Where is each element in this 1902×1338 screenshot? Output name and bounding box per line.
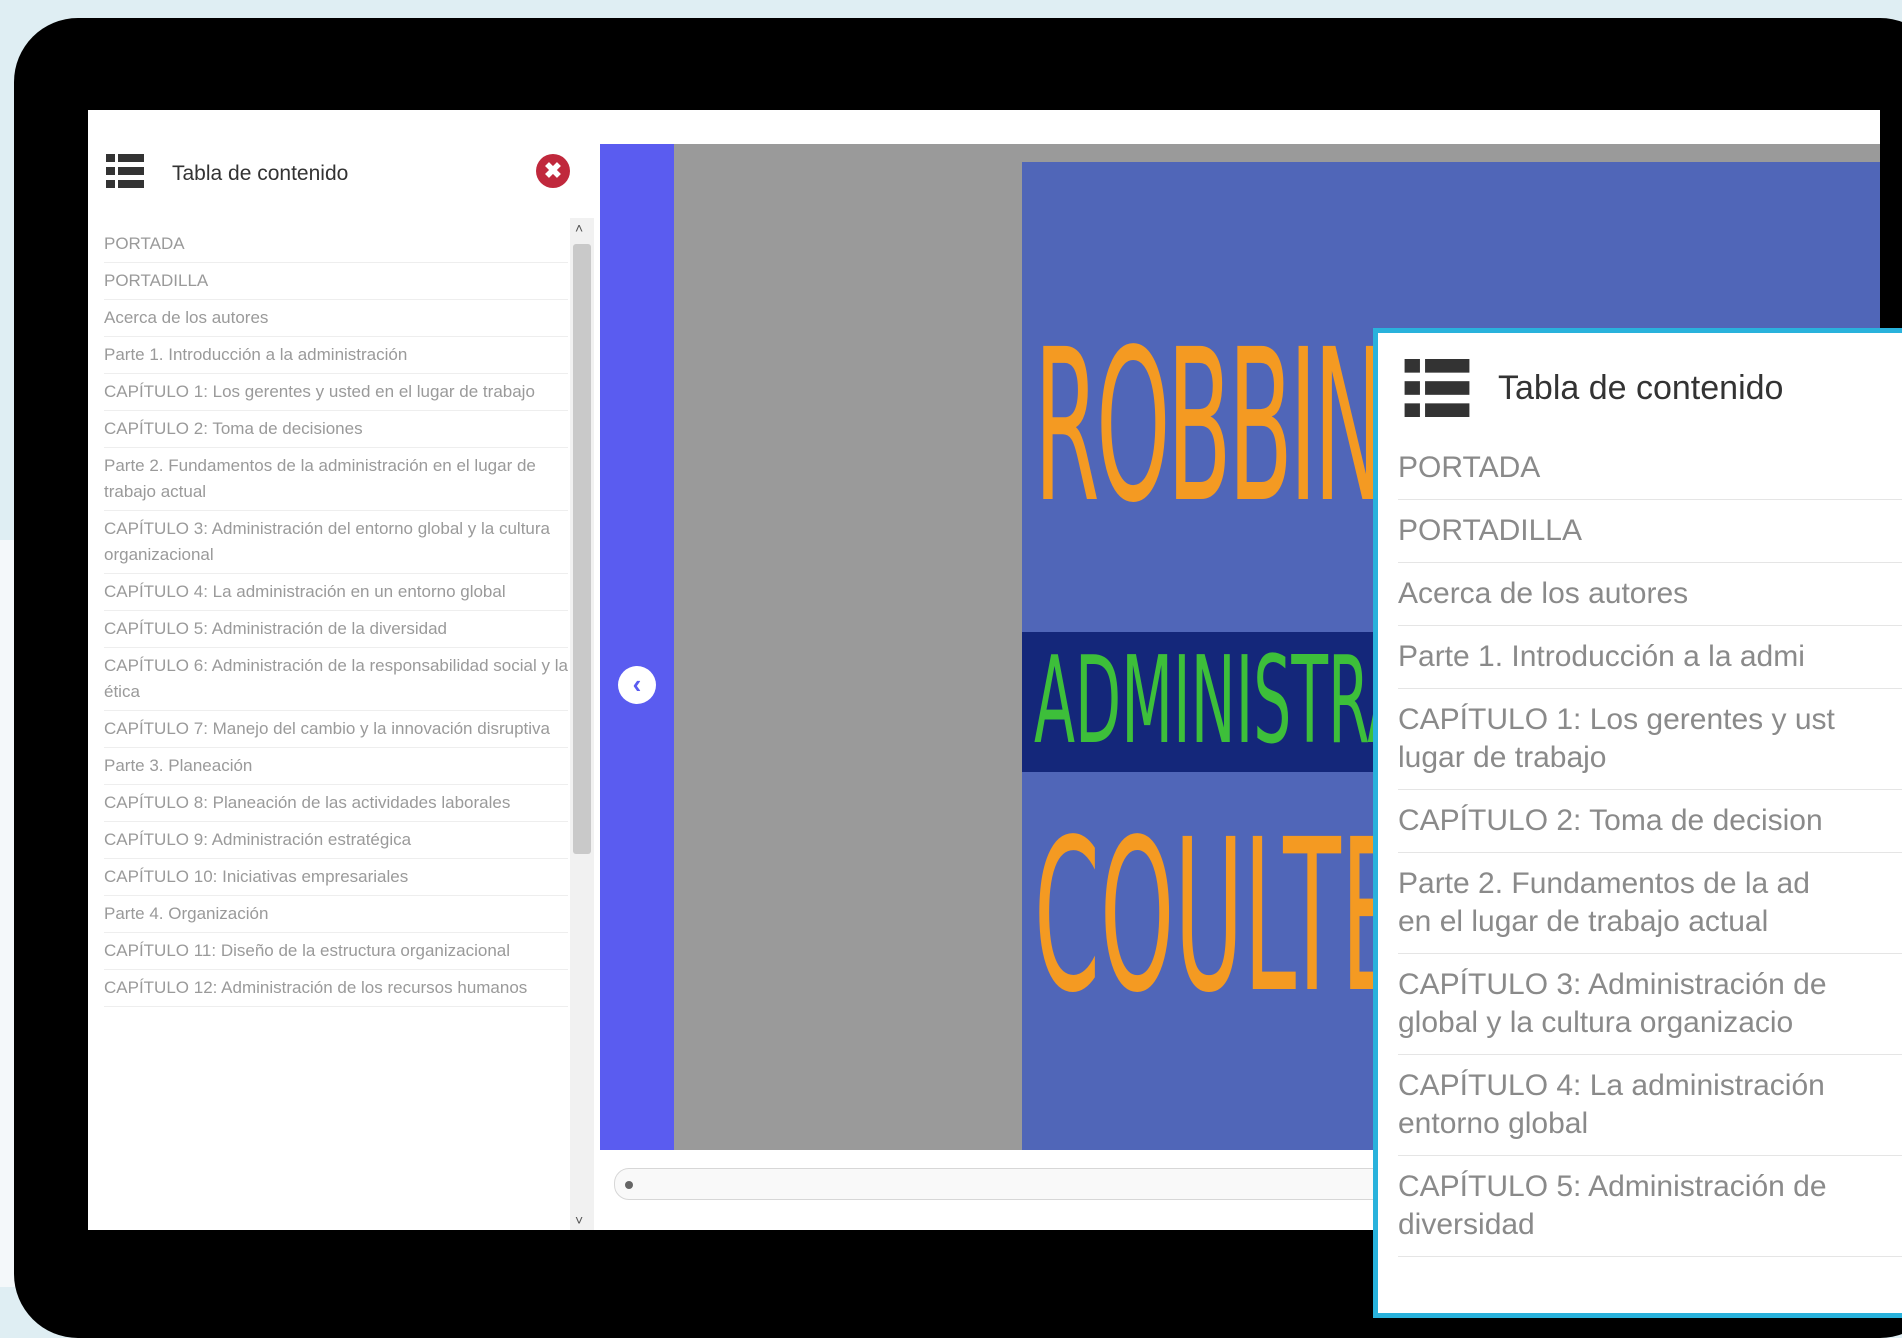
zoom-toc-list: PORTADA PORTADILLA Acerca de los autores Pa… [1398, 437, 1902, 1257]
toc-sidebar: Tabla de contenido ✖ PORTADA PORTADILLA Ac… [88, 110, 600, 1230]
zoom-toc-item: CAPÍTULO 4: La administración entorno gl… [1398, 1055, 1902, 1156]
zoom-toc-item: PORTADA [1398, 437, 1902, 500]
toc-item[interactable]: Parte 1. Introducción a la administració… [104, 337, 568, 374]
zoom-toc-item: CAPÍTULO 1: Los gerentes y ust lugar de … [1398, 689, 1902, 790]
toc-item[interactable]: CAPÍTULO 11: Diseño de la estructura org… [104, 933, 568, 970]
zoom-toc-item: PORTADILLA [1398, 500, 1902, 563]
toc-item[interactable]: PORTADILLA [104, 263, 568, 300]
toc-scrollbar[interactable]: ˄ ˅ [570, 218, 594, 1230]
toc-item[interactable]: CAPÍTULO 4: La administración en un ento… [104, 574, 568, 611]
list-icon [1404, 359, 1470, 417]
toc-item[interactable]: CAPÍTULO 1: Los gerentes y usted en el l… [104, 374, 568, 411]
toc-header: Tabla de contenido ✖ [88, 110, 600, 226]
toc-title: Tabla de contenido [172, 162, 349, 185]
reader-top-bar [600, 110, 1880, 148]
toc-item[interactable]: CAPÍTULO 2: Toma de decisiones [104, 411, 568, 448]
toc-item[interactable]: CAPÍTULO 3: Administración del entorno g… [104, 511, 568, 574]
scrollbar-thumb[interactable] [573, 244, 591, 854]
zoom-title: Tabla de contenido [1498, 369, 1784, 407]
toc-item[interactable]: CAPÍTULO 10: Iniciativas empresariales [104, 859, 568, 896]
reader-nav-strip: ‹ [600, 144, 674, 1150]
toc-item[interactable]: Parte 2. Fundamentos de la administració… [104, 448, 568, 511]
zoom-toc-item: CAPÍTULO 2: Toma de decision [1398, 790, 1902, 853]
chevron-left-icon[interactable]: ‹ [618, 666, 656, 704]
toc-item[interactable]: CAPÍTULO 8: Planeación de las actividade… [104, 785, 568, 822]
toc-item[interactable]: Parte 4. Organización [104, 896, 568, 933]
toc-item[interactable]: CAPÍTULO 6: Administración de la respons… [104, 648, 568, 711]
toc-list: PORTADA PORTADILLA Acerca de los autores Pa… [104, 226, 568, 1230]
list-icon [106, 154, 144, 188]
zoom-toc-item: CAPÍTULO 5: Administración de diversidad [1398, 1156, 1902, 1257]
toc-item[interactable]: PORTADA [104, 226, 568, 263]
toc-item[interactable]: Parte 3. Planeación [104, 748, 568, 785]
toc-item[interactable]: CAPÍTULO 9: Administración estratégica [104, 822, 568, 859]
close-icon[interactable]: ✖ [536, 154, 570, 188]
slider-knob[interactable] [625, 1181, 633, 1189]
toc-item[interactable]: CAPÍTULO 12: Administración de los recur… [104, 970, 568, 1007]
toc-item[interactable]: CAPÍTULO 7: Manejo del cambio y la innov… [104, 711, 568, 748]
zoom-toc-item: Parte 2. Fundamentos de la ad en el luga… [1398, 853, 1902, 954]
zoom-toc-item: CAPÍTULO 3: Administración de global y l… [1398, 954, 1902, 1055]
scroll-down-icon[interactable]: ˅ [575, 1212, 583, 1228]
zoom-toc-item: Acerca de los autores [1398, 563, 1902, 626]
toc-item[interactable]: CAPÍTULO 5: Administración de la diversi… [104, 611, 568, 648]
zoom-toc-item: Parte 1. Introducción a la admi [1398, 626, 1902, 689]
toc-item[interactable]: Acerca de los autores [104, 300, 568, 337]
zoom-callout: Tabla de contenido PORTADA PORTADILLA Acer… [1373, 328, 1902, 1318]
scroll-up-icon[interactable]: ˄ [575, 220, 583, 236]
